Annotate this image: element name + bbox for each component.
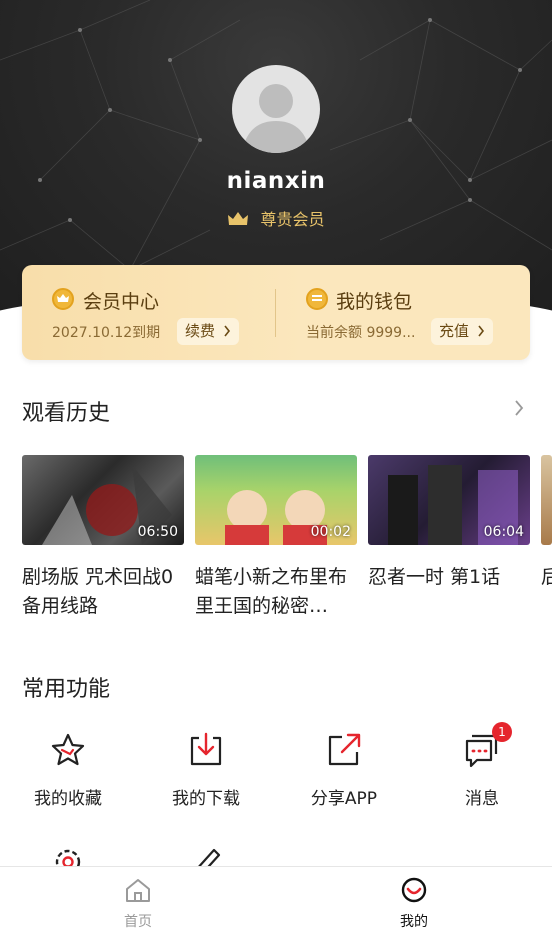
history-thumbnail-4[interactable] bbox=[541, 455, 552, 545]
chevron-right-icon bbox=[474, 322, 485, 340]
crown-coin-icon bbox=[52, 288, 74, 310]
wallet-balance: 当前余额 9999... bbox=[306, 325, 416, 341]
history-item-title[interactable]: 后 bbox=[541, 563, 552, 592]
history-item-title[interactable]: 蜡笔小新之布里布里王国的秘密… bbox=[195, 563, 357, 621]
vip-center-title: 会员中心 bbox=[83, 291, 160, 313]
home-icon bbox=[88, 875, 188, 909]
tab-home[interactable]: 首页 bbox=[88, 875, 188, 931]
smile-user-icon bbox=[364, 875, 464, 909]
history-item-title[interactable]: 剧场版 咒术回战0 备用线路 bbox=[22, 563, 184, 621]
vip-expiry: 2027.10.12到期 bbox=[52, 325, 161, 341]
share-app-button[interactable]: 分享APP bbox=[284, 730, 404, 809]
crown-icon bbox=[227, 209, 260, 228]
bottom-tab-bar: 首页 我的 bbox=[0, 866, 552, 937]
default-avatar-icon bbox=[242, 84, 310, 153]
downloads-button[interactable]: 我的下载 bbox=[146, 730, 266, 809]
star-icon bbox=[48, 730, 88, 770]
tab-mine[interactable]: 我的 bbox=[364, 875, 464, 931]
wallet-icon bbox=[306, 288, 328, 310]
messages-button[interactable]: 1 消息 bbox=[422, 722, 542, 809]
recharge-button[interactable]: 充值 bbox=[431, 318, 493, 345]
history-thumbnail-2[interactable]: 00:02 bbox=[195, 455, 357, 545]
history-more-chevron-icon[interactable] bbox=[513, 398, 525, 422]
history-title: 观看历史 bbox=[22, 401, 111, 426]
duration-label: 06:04 bbox=[483, 524, 524, 540]
history-item-title[interactable]: 忍者一时 第1话 bbox=[368, 563, 530, 592]
duration-label: 06:50 bbox=[137, 524, 178, 540]
history-thumbnail-3[interactable]: 06:04 bbox=[368, 455, 530, 545]
vip-label: 尊贵会员 bbox=[260, 210, 325, 229]
avatar[interactable] bbox=[232, 65, 320, 153]
download-icon bbox=[186, 730, 226, 770]
renew-button[interactable]: 续费 bbox=[177, 318, 239, 345]
favorites-button[interactable]: 我的收藏 bbox=[8, 730, 128, 809]
message-icon: 1 bbox=[462, 722, 512, 770]
wallet-entry[interactable]: 我的钱包 当前余额 9999... 充值 bbox=[276, 265, 530, 360]
member-card: 会员中心 2027.10.12到期 续费 我的钱包 当前余额 9999... 充… bbox=[22, 265, 530, 360]
duration-label: 00:02 bbox=[310, 524, 351, 540]
functions-title: 常用功能 bbox=[22, 677, 111, 702]
history-thumbnail-1[interactable]: 06:50 bbox=[22, 455, 184, 545]
chevron-right-icon bbox=[220, 322, 231, 340]
share-icon bbox=[324, 730, 364, 770]
vip-center-entry[interactable]: 会员中心 2027.10.12到期 续费 bbox=[22, 265, 275, 360]
vip-status: 尊贵会员 bbox=[0, 206, 552, 230]
unread-badge: 1 bbox=[492, 722, 512, 742]
username: nianxin bbox=[226, 168, 326, 194]
wallet-title: 我的钱包 bbox=[336, 291, 413, 313]
